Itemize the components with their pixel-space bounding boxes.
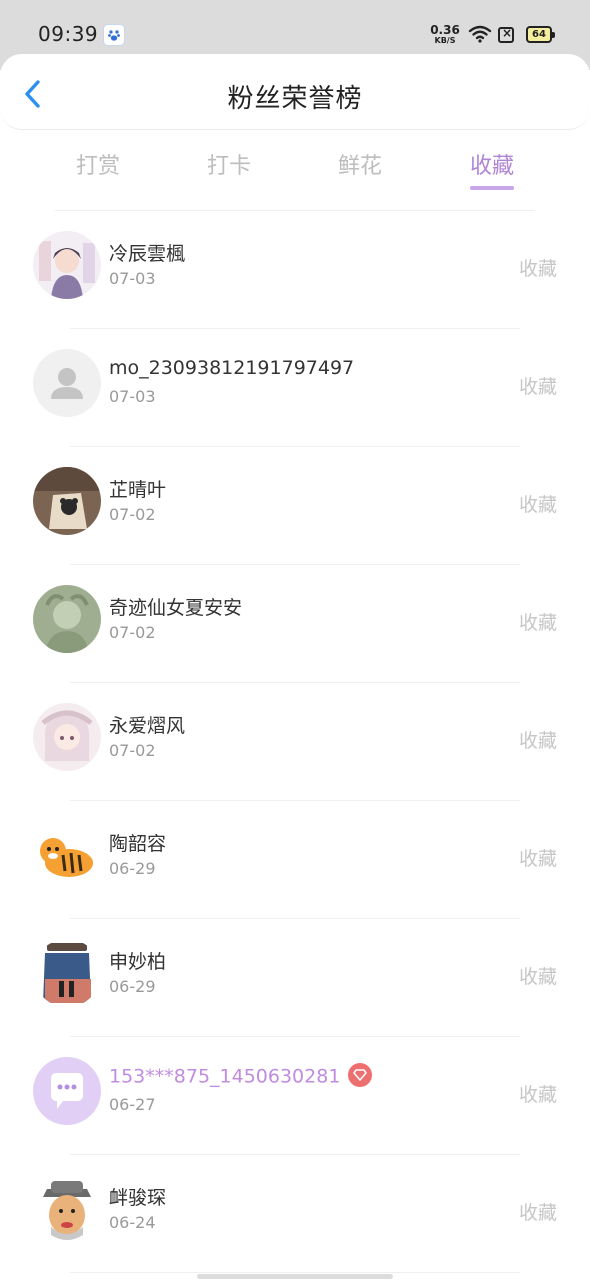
fan-date: 07-03 (109, 269, 156, 288)
fan-name: 奇迹仙女夏安安 (109, 597, 243, 619)
chat-bubble-avatar-icon (33, 1057, 101, 1125)
fan-action-label: 收藏 (518, 258, 557, 280)
fan-date: 06-27 (109, 1095, 156, 1114)
fan-name-text: 153***875_1450630281 (109, 1065, 341, 1088)
network-speed-value: 0.36 (430, 23, 460, 37)
list-item[interactable]: 奇迹仙女夏安安 07-02 收藏 (0, 565, 590, 683)
fan-date: 07-02 (109, 505, 156, 524)
page-title: 粉丝荣誉榜 (227, 84, 363, 114)
sim-icon (498, 26, 514, 43)
fan-date: 07-03 (109, 387, 156, 406)
fan-action-label: 收藏 (518, 848, 557, 870)
tab-flowers[interactable]: 鲜花 (315, 148, 405, 180)
home-indicator[interactable] (197, 1274, 393, 1279)
tab-reward[interactable]: 打赏 (53, 148, 143, 180)
tiger-avatar (33, 821, 101, 889)
fan-name: 衅骏琛 (109, 1187, 167, 1209)
list-item[interactable]: 153***875_1450630281 06-27 收藏 (0, 1037, 590, 1155)
tab-checkin[interactable]: 打卡 (184, 148, 274, 180)
tab-bar: 打赏 打卡 鲜花 收藏 (0, 140, 590, 196)
fan-action-label: 收藏 (518, 966, 557, 988)
default-avatar-icon (33, 349, 101, 417)
avatar (33, 939, 101, 1007)
fan-date: 06-24 (109, 1213, 156, 1232)
status-time: 09:39 (38, 22, 99, 46)
list-item[interactable]: 冷辰雲楓 07-03 收藏 (0, 211, 590, 329)
baidu-app-icon (103, 24, 125, 46)
list-item[interactable]: 衅骏琛 06-24 收藏 (0, 1155, 590, 1273)
fan-date: 07-02 (109, 741, 156, 760)
avatar (33, 703, 101, 771)
avatar (33, 467, 101, 535)
fan-action-label: 收藏 (518, 612, 557, 634)
fan-name: 冷辰雲楓 (109, 243, 186, 265)
network-speed-unit: KB/S (434, 36, 456, 45)
fan-name: 陶韶容 (109, 833, 167, 855)
avatar (33, 585, 101, 653)
fan-action-label: 收藏 (518, 1202, 557, 1224)
network-speed: 0.36 KB/S (430, 24, 460, 45)
fan-name: mo_23093812191797497 (109, 357, 355, 379)
list-item[interactable]: mo_23093812191797497 07-03 收藏 (0, 329, 590, 447)
list-item[interactable]: 申妙柏 06-29 收藏 (0, 919, 590, 1037)
divider (70, 1272, 520, 1273)
fan-name: 芷晴叶 (109, 479, 167, 501)
avatar (33, 231, 101, 299)
avatar (33, 1175, 101, 1243)
fan-action-label: 收藏 (518, 376, 557, 398)
active-tab-indicator (470, 186, 514, 190)
fan-date: 07-02 (109, 623, 156, 642)
wifi-icon (468, 25, 492, 43)
diamond-badge-icon (348, 1063, 373, 1087)
tab-favorites[interactable]: 收藏 (447, 148, 537, 180)
fan-name: 申妙柏 (109, 951, 167, 973)
fan-date: 06-29 (109, 977, 156, 996)
list-item[interactable]: 芷晴叶 07-02 收藏 (0, 447, 590, 565)
fan-action-label: 收藏 (518, 1084, 557, 1106)
fan-action-label: 收藏 (518, 730, 557, 752)
fan-name: 永爱熠风 (109, 715, 186, 737)
fan-date: 06-29 (109, 859, 156, 878)
fan-action-label: 收藏 (518, 494, 557, 516)
list-item[interactable]: 陶韶容 06-29 收藏 (0, 801, 590, 919)
list-item[interactable]: 永爱熠风 07-02 收藏 (0, 683, 590, 801)
header: 粉丝荣誉榜 (0, 54, 590, 130)
fan-name-vip: 153***875_1450630281 (109, 1063, 373, 1089)
battery-icon: 64 (526, 26, 555, 43)
